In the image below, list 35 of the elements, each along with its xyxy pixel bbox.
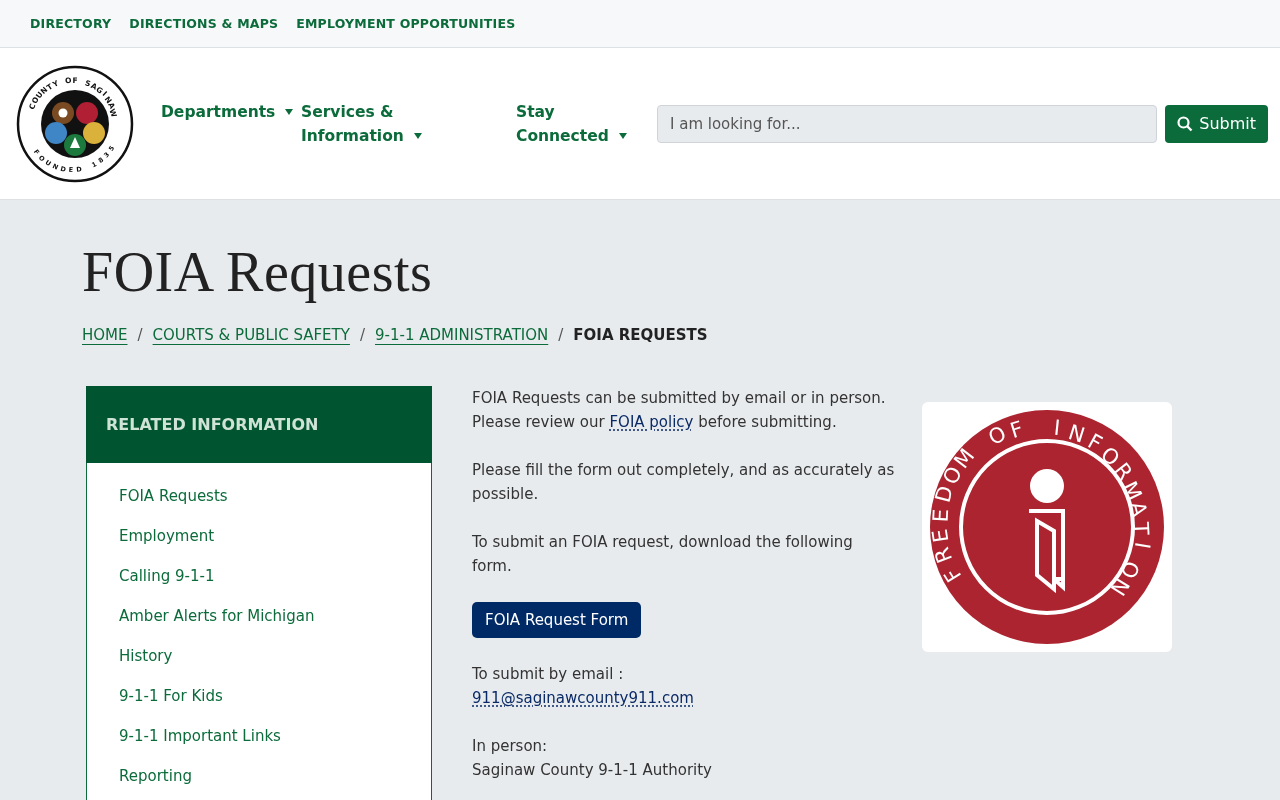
email-link[interactable]: 911@saginawcounty911.com: [472, 689, 694, 707]
paragraph: Please fill the form out completely, and as accurately as possible.: [472, 460, 896, 505]
contact-label: To submit by email :: [472, 664, 625, 685]
breadcrumb-current: FOIA REQUESTS: [573, 326, 708, 344]
nav-menu-item[interactable]: Services & Information: [301, 99, 431, 148]
breadcrumb-link[interactable]: 9-1-1 ADMINISTRATION: [375, 326, 549, 344]
utility-link[interactable]: EMPLOYMENT OPPORTUNITIES: [296, 16, 516, 31]
search-field[interactable]: I am looking for...: [657, 104, 1158, 143]
paragraph: FOIA Requests can be submitted by email or in person. Please review our FOIA policy before submitting.: [472, 388, 887, 433]
sidebar-link[interactable]: Amber Alerts for Michigan: [119, 605, 431, 627]
nav-menu-item[interactable]: Departments: [161, 99, 294, 124]
sidebar-link[interactable]: FOIA Requests: [119, 485, 431, 507]
sidebar-link[interactable]: Reporting: [119, 765, 431, 787]
sidebar-header: RELATED INFORMATION: [86, 386, 432, 463]
sidebar-link[interactable]: 9-1-1 For Kids: [119, 685, 431, 707]
sidebar-link[interactable]: Calling 9-1-1: [119, 565, 431, 587]
address-text: Saginaw County 9-1-1 Authority: [472, 760, 713, 781]
paragraph: To submit an FOIA request, download the following form.: [472, 532, 854, 577]
submit-button[interactable]: Submit: [1165, 104, 1268, 143]
sidebar-link[interactable]: 9-1-1 Important Links: [119, 725, 431, 747]
form-download-button[interactable]: FOIA Request Form: [472, 602, 642, 638]
breadcrumb-link[interactable]: COURTS & PUBLIC SAFETY: [152, 326, 350, 344]
breadcrumb-separator: /: [359, 326, 365, 344]
nav-menu-item[interactable]: Stay Connected: [516, 99, 641, 148]
utility-link[interactable]: DIRECTORY: [30, 16, 112, 31]
contact-label: In person:: [472, 736, 549, 757]
sidebar-link[interactable]: Employment: [119, 525, 431, 547]
sidebar-link[interactable]: History: [119, 645, 431, 667]
breadcrumb-link[interactable]: HOME: [82, 326, 128, 344]
search-icon: [1177, 115, 1194, 132]
page-title: FOIA Requests: [82, 240, 434, 304]
utility-link[interactable]: DIRECTIONS & MAPS: [129, 16, 279, 31]
policy-link[interactable]: FOIA policy: [609, 413, 694, 431]
breadcrumb-separator: /: [137, 326, 143, 344]
breadcrumb-separator: /: [558, 326, 564, 344]
